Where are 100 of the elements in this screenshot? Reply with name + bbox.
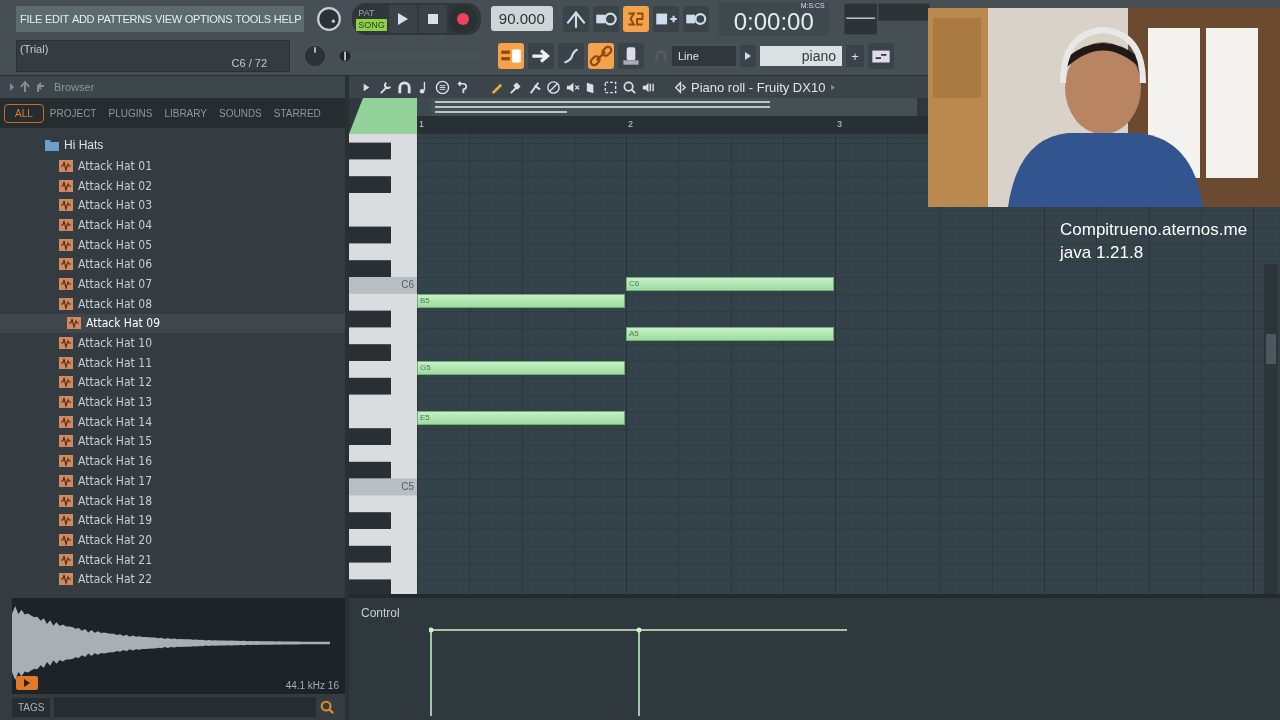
sample-item[interactable]: Attack Hat 10 <box>0 333 345 353</box>
sample-item[interactable]: Attack Hat 03 <box>0 195 345 216</box>
waveform-icon <box>59 159 73 172</box>
sample-item[interactable]: Attack Hat 06 <box>0 254 345 275</box>
menu-item[interactable]: ADD <box>71 12 95 25</box>
pattern-icon[interactable] <box>868 43 894 70</box>
waveform-icon <box>59 494 73 507</box>
sample-item[interactable]: Attack Hat 14 <box>0 411 345 432</box>
sample-label: Attack Hat 19 <box>78 513 152 528</box>
wrench-icon[interactable] <box>378 79 393 95</box>
menu-item[interactable]: EDIT <box>45 12 69 25</box>
time-readout: 0:00:00 <box>733 8 814 35</box>
loop-icon[interactable] <box>682 5 709 32</box>
piano-keyboard-drawing[interactable] <box>349 134 417 594</box>
mode-toggle[interactable]: PAT <box>356 6 387 19</box>
sample-item[interactable]: Attack Hat 05 <box>0 234 345 255</box>
sample-label: Attack Hat 12 <box>78 375 152 390</box>
knob-icon[interactable] <box>316 5 343 32</box>
snap-dropdown[interactable]: Line <box>672 46 736 67</box>
note[interactable]: A5 <box>626 327 834 342</box>
play-button[interactable] <box>388 4 417 33</box>
tags-button[interactable]: TAGS <box>12 697 51 717</box>
sample-item[interactable]: Attack Hat 04 <box>0 215 345 235</box>
browser-tab[interactable]: ALL <box>4 103 44 123</box>
browser-tab[interactable]: LIBRARY <box>158 103 213 123</box>
sample-label: Attack Hat 18 <box>78 493 152 508</box>
sample-item[interactable]: Attack Hat 01 <box>0 156 345 176</box>
note-readout: C6 / 72 <box>231 57 267 70</box>
preset-field[interactable]: piano <box>760 46 842 67</box>
zoom-icon[interactable] <box>622 79 637 95</box>
sample-label: Attack Hat 13 <box>78 395 152 410</box>
sample-item[interactable]: Attack Hat 19 <box>0 510 345 531</box>
brush-icon[interactable] <box>508 79 523 95</box>
browser-tab[interactable]: SOUNDS <box>213 103 268 123</box>
sample-item[interactable]: Attack Hat 13 <box>0 392 345 412</box>
menu-item[interactable]: HELP <box>273 12 302 25</box>
select-icon[interactable] <box>603 79 618 95</box>
sample-item[interactable]: Attack Hat 15 <box>0 431 345 452</box>
sample-item[interactable]: Attack Hat 08 <box>0 293 345 314</box>
mute-icon[interactable] <box>546 79 561 95</box>
key-label: C6 <box>401 278 414 292</box>
search-icon[interactable] <box>320 700 335 714</box>
overview-drawing[interactable] <box>417 98 917 116</box>
sample-item[interactable]: Attack Hat 21 <box>0 549 345 570</box>
note[interactable]: B5 <box>417 293 625 308</box>
browser-tab[interactable]: STARRED <box>267 103 327 123</box>
sample-item[interactable]: Attack Hat 16 <box>0 451 345 471</box>
sample-label: Attack Hat 22 <box>78 572 152 587</box>
link-icon[interactable] <box>588 43 614 70</box>
waveform-icon <box>59 514 73 527</box>
browser-title: Browser <box>54 81 95 93</box>
sample-item[interactable]: Attack Hat 09 <box>0 313 345 334</box>
tempo-field[interactable]: 90.000 <box>490 6 553 32</box>
slice-icon[interactable] <box>527 79 542 95</box>
sample-item[interactable]: Attack Hat 22 <box>0 569 345 590</box>
waveform-icon <box>59 533 73 546</box>
sample-item[interactable]: Attack Hat 17 <box>0 471 345 491</box>
record-icon <box>456 12 469 25</box>
timer-icon[interactable] <box>592 5 619 32</box>
menu-item[interactable]: TOOLS <box>235 12 271 25</box>
menu-item[interactable]: VIEW <box>154 12 182 25</box>
waveform-icon <box>59 297 73 310</box>
folder-item[interactable]: Hi Hats <box>0 136 345 154</box>
scrollbar[interactable] <box>1264 264 1278 594</box>
waveform-icon <box>59 573 73 586</box>
sample-item[interactable]: Attack Hat 07 <box>0 274 345 294</box>
play-button-icon[interactable] <box>16 676 38 690</box>
magnet-icon[interactable] <box>397 79 412 95</box>
note[interactable]: G5 <box>417 361 625 375</box>
folder-icon <box>45 139 59 151</box>
note[interactable]: C6 <box>626 277 834 291</box>
sample-item[interactable]: Attack Hat 02 <box>0 175 345 196</box>
waveform-icon <box>59 376 73 389</box>
sample-item[interactable]: Attack Hat 20 <box>0 530 345 550</box>
countdown-icon[interactable] <box>622 5 649 32</box>
mode-toggle[interactable]: SONG <box>356 18 387 31</box>
note[interactable]: E5 <box>417 411 625 426</box>
sample-item[interactable]: Attack Hat 18 <box>0 490 345 511</box>
control-label[interactable]: Control <box>349 598 429 622</box>
sample-item[interactable]: Attack Hat 11 <box>0 352 345 373</box>
add-button[interactable]: + <box>846 45 864 68</box>
browser-tab[interactable]: PLUGINS <box>102 103 159 123</box>
stop-button[interactable] <box>418 4 447 33</box>
record-button[interactable] <box>448 4 477 33</box>
browser-tab[interactable]: PROJECT <box>43 103 103 123</box>
menu-icon[interactable] <box>435 79 450 95</box>
piano-roll-icon[interactable] <box>498 43 524 70</box>
metronome-icon[interactable] <box>562 5 589 32</box>
sample-item[interactable]: Attack Hat 12 <box>0 372 345 393</box>
menu-item[interactable]: OPTIONS <box>184 12 233 25</box>
waveform-icon <box>59 337 73 350</box>
knob-icon[interactable] <box>618 43 644 70</box>
velocity-bars-drawing[interactable] <box>429 626 849 716</box>
waveform-icon <box>59 258 73 271</box>
curve-icon[interactable] <box>558 43 584 70</box>
corner-tab-drawing <box>349 98 417 134</box>
sample-label: Attack Hat 16 <box>78 454 152 469</box>
add-pattern-icon[interactable] <box>652 5 679 32</box>
menu-item[interactable]: FILE <box>20 12 43 25</box>
menu-item[interactable]: PATTERNS <box>97 12 152 25</box>
